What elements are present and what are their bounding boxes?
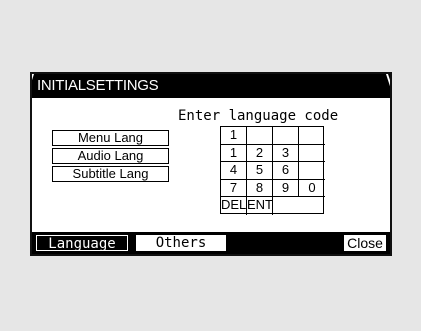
key-7[interactable]: 7 [221, 179, 247, 198]
window-title: INITIALSETTINGS [37, 77, 159, 94]
title-bar-right-accent [386, 74, 390, 98]
key-4[interactable]: 4 [221, 162, 247, 180]
bottom-tab-bar: Language Others Close [32, 232, 390, 254]
keypad-empty-cell [299, 145, 325, 163]
audio-lang-button[interactable]: Audio Lang [52, 148, 169, 164]
key-1[interactable]: 1 [221, 144, 247, 163]
code-entry-digit-3 [273, 127, 299, 145]
code-entry-digit-1: 1 [221, 127, 247, 145]
key-6[interactable]: 6 [273, 162, 299, 180]
initial-settings-panel: INITIALSETTINGS Enter language code Menu… [30, 72, 392, 256]
key-0[interactable]: 0 [299, 180, 325, 198]
subtitle-lang-button[interactable]: Subtitle Lang [52, 166, 169, 182]
close-button[interactable]: Close [344, 235, 386, 251]
code-entry-digit-4 [299, 127, 325, 145]
key-5[interactable]: 5 [247, 162, 273, 180]
code-entry-digit-2 [247, 127, 273, 145]
key-3[interactable]: 3 [273, 144, 299, 163]
tab-others[interactable]: Others [136, 235, 226, 251]
delete-key[interactable]: DEL [221, 197, 247, 215]
title-bar: INITIALSETTINGS [32, 74, 390, 98]
key-8[interactable]: 8 [247, 179, 273, 198]
language-code-keypad: 1 1 2 3 4 5 6 7 8 9 0 DEL ENT [220, 126, 325, 215]
enter-key[interactable]: ENT [247, 197, 273, 215]
keypad-empty-cell [299, 162, 325, 180]
key-9[interactable]: 9 [273, 179, 299, 198]
menu-lang-button[interactable]: Menu Lang [52, 130, 169, 146]
title-bar-left-accent [32, 74, 34, 98]
key-2[interactable]: 2 [247, 144, 273, 163]
tab-language[interactable]: Language [36, 235, 128, 252]
language-code-prompt: Enter language code [178, 108, 339, 124]
